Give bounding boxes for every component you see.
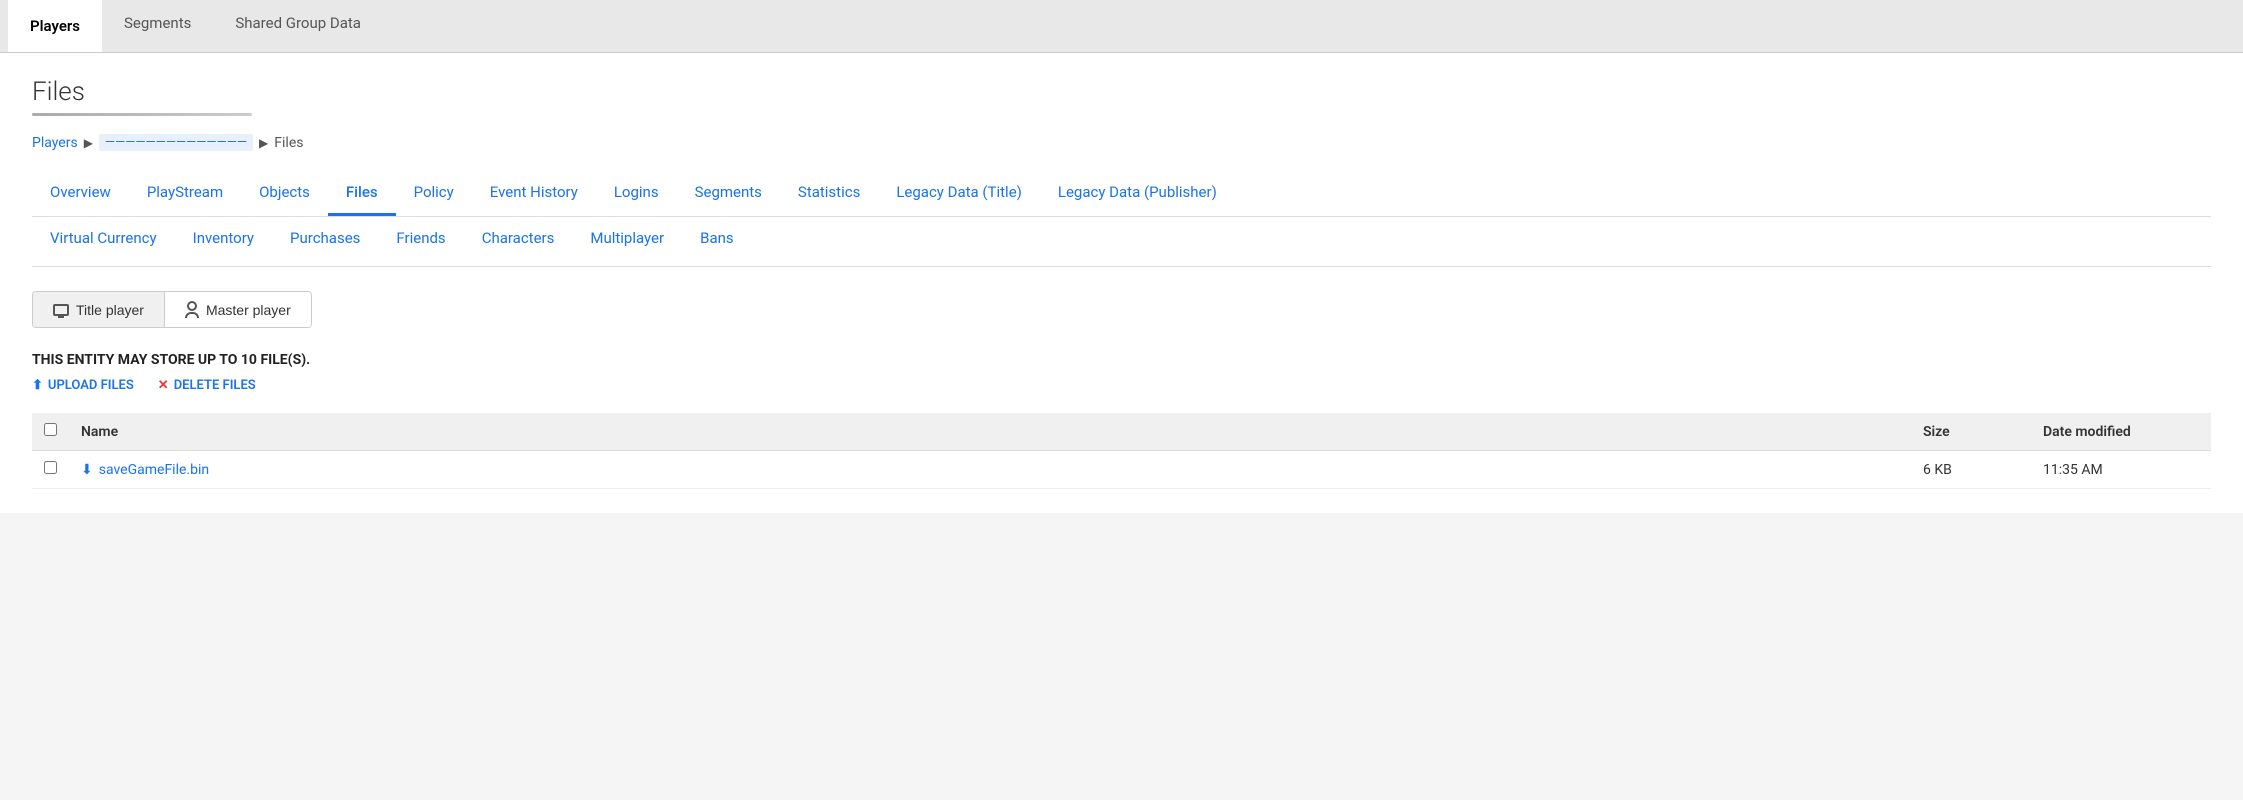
file-name: saveGameFile.bin bbox=[99, 462, 209, 478]
tab-event-history[interactable]: Event History bbox=[472, 171, 596, 216]
tab-purchases[interactable]: Purchases bbox=[272, 217, 378, 262]
content-area: Title player Master player THIS ENTITY M… bbox=[0, 267, 2243, 513]
main-content: Files Players ▶ —————————————— ▶ Files O… bbox=[0, 53, 2243, 267]
nav-tabs-row1: Overview PlayStream Objects Files Policy… bbox=[32, 171, 2211, 217]
breadcrumb-arrow-2: ▶ bbox=[259, 136, 268, 150]
delete-icon: ✕ bbox=[158, 378, 169, 393]
tab-overview[interactable]: Overview bbox=[32, 171, 129, 216]
title-underline bbox=[32, 113, 252, 116]
tab-playstream[interactable]: PlayStream bbox=[129, 171, 241, 216]
table-row: ⬇ saveGameFile.bin 6 KB 11:35 AM bbox=[32, 451, 2211, 489]
file-download-icon: ⬇ bbox=[81, 462, 93, 478]
tab-shared-group-data[interactable]: Shared Group Data bbox=[213, 0, 383, 52]
tab-players[interactable]: Players bbox=[8, 0, 102, 52]
row-checkbox-cell bbox=[32, 451, 69, 489]
action-links: ⬆ UPLOAD FILES ✕ DELETE FILES bbox=[32, 378, 2211, 393]
table-header-row: Name Size Date modified bbox=[32, 413, 2211, 451]
row-size-cell: 6 KB bbox=[1911, 451, 2031, 489]
row-date-cell: 11:35 AM bbox=[2031, 451, 2211, 489]
breadcrumb-current: Files bbox=[274, 135, 303, 151]
files-table: Name Size Date modified ⬇ saveGameFile.b… bbox=[32, 413, 2211, 489]
tab-logins[interactable]: Logins bbox=[596, 171, 677, 216]
tab-friends[interactable]: Friends bbox=[378, 217, 463, 262]
nav-tabs-row2: Virtual Currency Inventory Purchases Fri… bbox=[32, 217, 2211, 267]
delete-files-label: DELETE FILES bbox=[174, 378, 256, 393]
player-type-buttons: Title player Master player bbox=[32, 291, 312, 328]
tab-statistics[interactable]: Statistics bbox=[780, 171, 878, 216]
row-name-cell: ⬇ saveGameFile.bin bbox=[69, 451, 1911, 489]
tab-files[interactable]: Files bbox=[328, 171, 396, 216]
tab-virtual-currency[interactable]: Virtual Currency bbox=[32, 217, 175, 262]
tab-inventory[interactable]: Inventory bbox=[175, 217, 272, 262]
table-header-name: Name bbox=[69, 413, 1911, 451]
person-icon bbox=[185, 301, 199, 318]
title-player-button[interactable]: Title player bbox=[33, 292, 165, 327]
master-player-label: Master player bbox=[206, 302, 291, 318]
breadcrumb: Players ▶ —————————————— ▶ Files bbox=[32, 134, 2211, 151]
breadcrumb-players-link[interactable]: Players bbox=[32, 135, 78, 151]
tab-legacy-title[interactable]: Legacy Data (Title) bbox=[878, 171, 1040, 216]
tab-multiplayer[interactable]: Multiplayer bbox=[572, 217, 682, 262]
upload-files-link[interactable]: ⬆ UPLOAD FILES bbox=[32, 378, 134, 393]
top-tab-bar: Players Segments Shared Group Data bbox=[0, 0, 2243, 53]
row-checkbox[interactable] bbox=[44, 461, 57, 474]
table-header-checkbox bbox=[32, 413, 69, 451]
tab-policy[interactable]: Policy bbox=[396, 171, 472, 216]
page-title: Files bbox=[32, 77, 2211, 107]
delete-files-link[interactable]: ✕ DELETE FILES bbox=[158, 378, 256, 393]
file-link[interactable]: ⬇ saveGameFile.bin bbox=[81, 462, 1899, 478]
upload-icon: ⬆ bbox=[32, 378, 43, 393]
table-header-size: Size bbox=[1911, 413, 2031, 451]
tab-bans[interactable]: Bans bbox=[682, 217, 752, 262]
tab-characters[interactable]: Characters bbox=[464, 217, 573, 262]
upload-files-label: UPLOAD FILES bbox=[48, 378, 134, 393]
entity-storage-info: THIS ENTITY MAY STORE UP TO 10 FILE(S). bbox=[32, 352, 2211, 368]
tab-objects[interactable]: Objects bbox=[241, 171, 328, 216]
title-player-label: Title player bbox=[76, 302, 144, 318]
tab-segments[interactable]: Segments bbox=[677, 171, 780, 216]
monitor-icon bbox=[53, 304, 69, 316]
breadcrumb-arrow: ▶ bbox=[84, 136, 93, 150]
tab-segments[interactable]: Segments bbox=[102, 0, 213, 52]
master-player-button[interactable]: Master player bbox=[165, 292, 311, 327]
tab-legacy-publisher[interactable]: Legacy Data (Publisher) bbox=[1040, 171, 1235, 216]
select-all-checkbox[interactable] bbox=[44, 423, 57, 436]
table-header-date-modified: Date modified bbox=[2031, 413, 2211, 451]
breadcrumb-player-id: —————————————— bbox=[99, 134, 253, 151]
